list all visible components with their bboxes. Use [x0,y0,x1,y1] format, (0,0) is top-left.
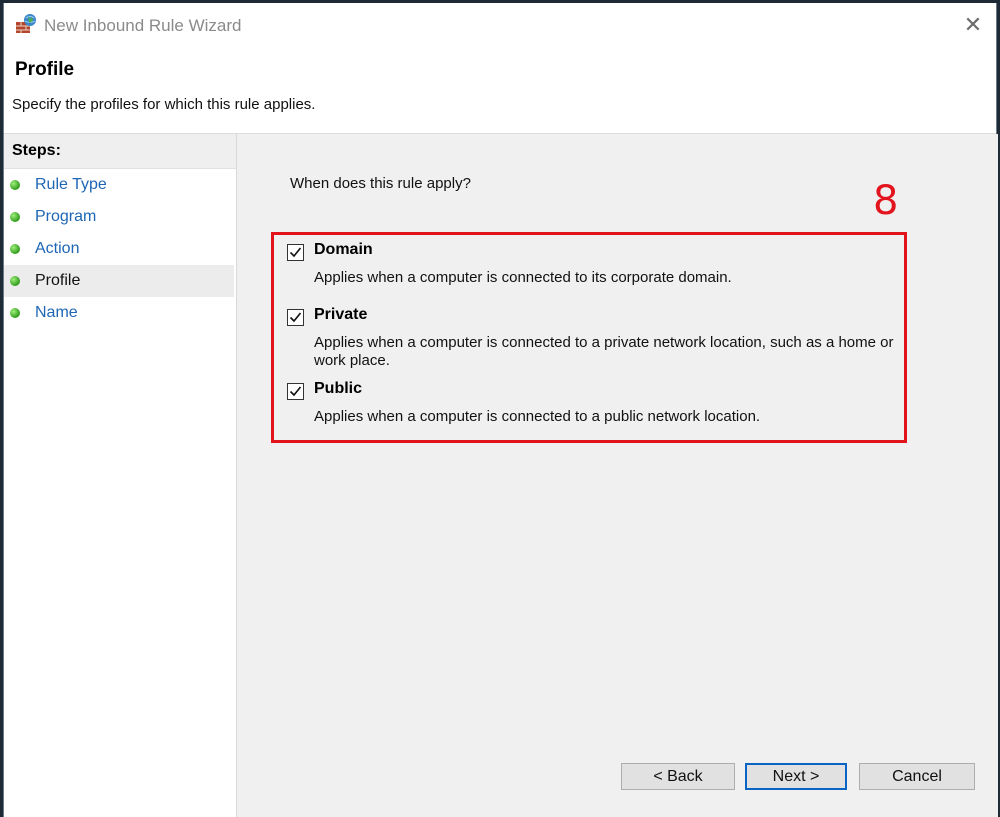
domain-description: Applies when a computer is connected to … [314,269,732,286]
step-label: Action [35,240,80,257]
public-checkbox[interactable] [287,383,304,400]
private-checkbox[interactable] [287,309,304,326]
close-button[interactable]: ✕ [950,3,996,47]
steps-panel: Steps: Rule Type Program Action Profile … [4,134,237,817]
step-program[interactable]: Program [4,201,236,233]
step-status-icon [10,212,20,222]
question-text: When does this rule apply? [290,175,471,192]
private-label[interactable]: Private [314,306,367,324]
step-status-icon [10,308,20,318]
public-label[interactable]: Public [314,380,362,398]
window-title: New Inbound Rule Wizard [44,16,242,35]
title-bar: New Inbound Rule Wizard ✕ [4,3,996,47]
step-action[interactable]: Action [4,233,236,265]
domain-label[interactable]: Domain [314,241,373,259]
step-label: Rule Type [35,176,107,193]
step-label: Program [35,208,97,225]
page-subtitle: Specify the profiles for which this rule… [12,96,316,113]
cancel-button[interactable]: Cancel [859,763,975,790]
checkmark-icon [289,386,302,397]
steps-heading: Steps: [4,134,236,169]
domain-checkbox[interactable] [287,244,304,261]
step-label: Profile [35,272,81,289]
firewall-globe-icon [15,13,37,35]
step-name[interactable]: Name [4,297,236,329]
back-button[interactable]: < Back [621,763,735,790]
wizard-window: New Inbound Rule Wizard ✕ Profile Specif… [3,3,998,817]
step-profile[interactable]: Profile [4,265,234,297]
next-button[interactable]: Next > [745,763,847,790]
step-status-icon [10,276,20,286]
step-label: Name [35,304,78,321]
private-description: Applies when a computer is connected to … [314,334,894,369]
step-status-icon [10,244,20,254]
main-content: When does this rule apply? 8 Domain Appl… [237,134,998,817]
step-rule-type[interactable]: Rule Type [4,169,236,201]
page-title: Profile [15,59,75,80]
checkmark-icon [289,247,302,258]
public-description: Applies when a computer is connected to … [314,408,761,425]
annotation-number: 8 [873,178,899,224]
step-status-icon [10,180,20,190]
checkmark-icon [289,312,302,323]
page-header: Profile Specify the profiles for which t… [4,47,996,134]
